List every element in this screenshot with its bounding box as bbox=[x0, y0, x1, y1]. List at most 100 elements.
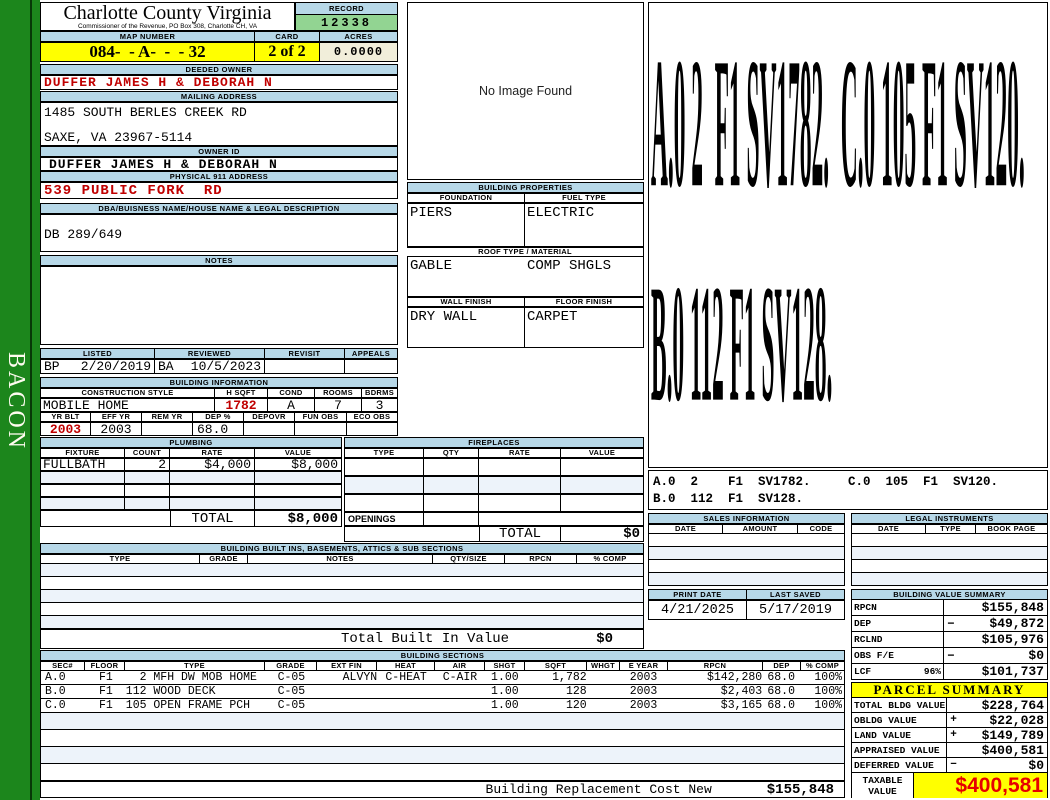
bdrms-label: BDRMS bbox=[362, 388, 398, 398]
appeals-value bbox=[345, 359, 398, 374]
listed-date: 2/20/2019 bbox=[80, 359, 151, 374]
extfin-label: EXT FIN bbox=[317, 661, 377, 671]
eyear-label: E YEAR bbox=[620, 661, 668, 671]
yrblt-label: YR BLT bbox=[40, 412, 91, 422]
empty-row bbox=[40, 471, 342, 484]
bi-notes-label: NOTES bbox=[248, 554, 433, 564]
empty-row bbox=[40, 590, 644, 603]
built-ins-title: BUILDING BUILT INS, BASEMENTS, ATTICS & … bbox=[40, 543, 644, 554]
fp-qty-label: QTY bbox=[424, 448, 479, 458]
openings-label: OPENINGS bbox=[344, 512, 424, 526]
shgt-label: SHGT bbox=[485, 661, 525, 671]
empty-row bbox=[40, 603, 644, 616]
county-title-box: Charlotte County Virginia Commissioner o… bbox=[40, 2, 295, 31]
taxable-value: $400,581 bbox=[914, 773, 1047, 798]
type-label: TYPE bbox=[125, 661, 265, 671]
sketch-strip: A.0 2 F1 SV1782. C.0 105 F1 SV120. B.0 1… bbox=[648, 470, 1048, 510]
deeded-owner-value: DUFFER JAMES H & DEBORAH N bbox=[40, 75, 398, 90]
total-bldg-label: TOTAL BLDG VALUE bbox=[854, 698, 947, 712]
rpcn-value: $155,848 bbox=[981, 600, 1044, 615]
building-properties: BUILDING PROPERTIES FOUNDATION FUEL TYPE… bbox=[407, 182, 644, 348]
fuel-label: FUEL TYPE bbox=[525, 193, 644, 203]
appraised-value: $400,581 bbox=[981, 742, 1044, 758]
plumbing-total-value: $8,000 bbox=[255, 510, 342, 527]
listed-value: BP 2/20/2019 bbox=[40, 359, 155, 374]
empty-row bbox=[40, 764, 845, 781]
plumbing-title: PLUMBING bbox=[40, 437, 342, 448]
construction-style-label: CONSTRUCTION STYLE bbox=[40, 388, 215, 398]
lcf-sign bbox=[944, 664, 958, 679]
bi-qty-label: QTY/SIZE bbox=[433, 554, 505, 564]
empty-row bbox=[40, 484, 342, 497]
sales-date-label: DATE bbox=[648, 524, 723, 534]
rclnd-sign bbox=[944, 632, 958, 647]
plumbing-total-label: TOTAL bbox=[170, 510, 255, 527]
obldg-sign: + bbox=[950, 714, 957, 726]
total-bldg-value: $228,764 bbox=[981, 697, 1044, 713]
empty-row bbox=[40, 564, 644, 577]
rate-value: $4,000 bbox=[170, 457, 255, 472]
sales-code-label: CODE bbox=[798, 524, 845, 534]
ecoobs-label: ECO OBS bbox=[347, 412, 398, 422]
empty-row bbox=[40, 730, 845, 747]
last-saved-value: 5/17/2019 bbox=[747, 600, 845, 620]
roof-type-value: GABLE bbox=[410, 258, 453, 274]
sec-label: SEC# bbox=[40, 661, 85, 671]
land-value: $149,789 bbox=[981, 727, 1044, 743]
sidebar-divider bbox=[30, 0, 32, 800]
appeals-label: APPEALS bbox=[345, 348, 398, 359]
dep-value: $49,872 bbox=[989, 616, 1044, 631]
taxable-label: TAXABLE VALUE bbox=[852, 773, 914, 798]
appraised-label: APPRAISED VALUE bbox=[852, 743, 947, 757]
openings-rest bbox=[479, 512, 644, 526]
bi-grade-label: GRADE bbox=[200, 554, 248, 564]
effyr-label: EFF YR bbox=[91, 412, 142, 422]
listed-by: BP bbox=[44, 359, 60, 374]
owner-id-bar: OWNER ID bbox=[40, 146, 398, 157]
deferred-label: DEFERRED VALUE bbox=[852, 758, 947, 772]
map-number-label: MAP NUMBER bbox=[40, 31, 255, 42]
taxable-label-line2: VALUE bbox=[868, 785, 897, 797]
heat-label: HEAT bbox=[377, 661, 435, 671]
hsqft-label: H SQFT bbox=[215, 388, 268, 398]
legal-description-box: DB 289/649 bbox=[40, 214, 398, 252]
depovr-label: DEPOVR bbox=[244, 412, 295, 422]
dep-sign: − bbox=[947, 616, 955, 631]
value-summary-title: BUILDING VALUE SUMMARY bbox=[851, 589, 1048, 600]
rooms-value: 7 bbox=[315, 398, 362, 413]
ecoobs-value bbox=[347, 422, 398, 436]
empty-row bbox=[648, 534, 845, 547]
photo-box: No Image Found bbox=[407, 2, 644, 180]
empty-row bbox=[851, 534, 1048, 547]
title-record-box: Charlotte County Virginia Commissioner o… bbox=[40, 2, 398, 31]
record-box: RECORD 12338 bbox=[295, 2, 398, 31]
mailing-address-line2: SAXE, VA 23967-5114 bbox=[44, 130, 193, 145]
print-saved: PRINT DATE LAST SAVED 4/21/2025 5/17/201… bbox=[648, 589, 845, 620]
print-date-label: PRINT DATE bbox=[648, 589, 747, 600]
sales-title: SALES INFORMATION bbox=[648, 513, 845, 524]
openings-qty bbox=[424, 512, 479, 526]
empty-row bbox=[40, 577, 644, 590]
empty-row bbox=[40, 616, 644, 629]
building-information: BUILDING INFORMATION CONSTRUCTION STYLE … bbox=[40, 377, 398, 437]
yrblt-value: 2003 bbox=[40, 422, 91, 437]
rclnd-row-label: RCLND bbox=[854, 634, 883, 645]
replacement-cost-value: $155,848 bbox=[766, 781, 834, 798]
empty-row bbox=[344, 476, 644, 494]
reviewed-value: BA 10/5/2023 bbox=[155, 359, 265, 374]
remyr-label: REM YR bbox=[142, 412, 193, 422]
floor-value: CARPET bbox=[525, 307, 644, 348]
depovr-value bbox=[244, 422, 295, 436]
mailing-address-line1: 1485 SOUTH BERLES CREEK RD bbox=[44, 105, 247, 120]
fp-total-label: TOTAL bbox=[479, 526, 561, 542]
rpcn-row-label: RPCN bbox=[854, 602, 877, 613]
built-ins-table: BUILDING BUILT INS, BASEMENTS, ATTICS & … bbox=[40, 543, 644, 649]
sketch-strip-line1: A.0 2 F1 SV1782. C.0 105 F1 SV120. bbox=[653, 475, 999, 489]
built-ins-total-value: $0 bbox=[596, 631, 613, 647]
plumbing-total-spacer bbox=[40, 510, 170, 527]
lcf-value: $101,737 bbox=[981, 664, 1044, 679]
reviewed-date: 10/5/2023 bbox=[190, 359, 261, 374]
replacement-cost-label: Building Replacement Cost New bbox=[485, 782, 712, 797]
record-value: 12338 bbox=[295, 15, 398, 31]
empty-row bbox=[40, 713, 845, 730]
